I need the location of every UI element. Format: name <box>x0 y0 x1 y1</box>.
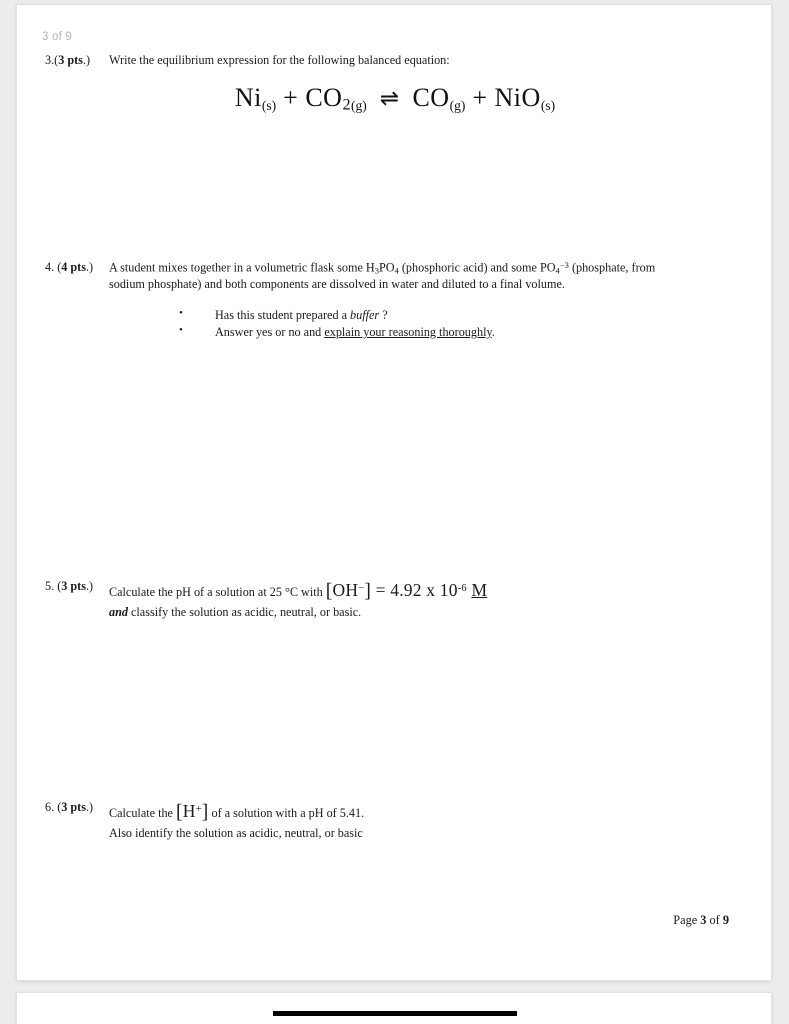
page-indicator: 3 of 9 <box>42 31 72 43</box>
equation-reactant-2-state: (g) <box>351 98 367 114</box>
question-4-line-2: sodium phosphate) and both components ar… <box>109 276 565 291</box>
page-footer: Page 3 of 9 <box>673 913 729 927</box>
equilibrium-arrow-icon: ⇌ <box>379 86 400 111</box>
emphasis-explain-reasoning: explain your reasoning thoroughly <box>324 325 492 339</box>
emphasis-buffer: buffer <box>350 307 380 322</box>
question-4-body: A student mixes together in a volumetric… <box>109 260 689 341</box>
question-6-body: Calculate the [H+] of a solution with a … <box>109 800 689 842</box>
molarity-unit: M <box>471 580 488 600</box>
question-4: 4. (4 pts.) A student mixes together in … <box>17 260 773 341</box>
question-6-number: 6. (3 pts.) <box>45 800 94 814</box>
question-4-number: 4. (4 pts.) <box>45 260 94 274</box>
question-5: 5. (3 pts.) Calculate the pH of a soluti… <box>17 579 773 621</box>
equation-product-2: NiO <box>494 83 541 112</box>
equation-product-2-state: (s) <box>540 98 556 114</box>
question-5-line-2: and classify the solution as acidic, neu… <box>109 604 362 619</box>
question-3-prompt: Write the equilibrium expression for the… <box>109 53 450 67</box>
question-3-number: 3.(3 pts.) <box>45 53 91 67</box>
list-item: Has this student prepared a buffer ? <box>179 306 689 324</box>
equation-reactant-2-subscript: 2 <box>342 96 352 114</box>
equation-plus-1: + <box>283 83 299 112</box>
hydrogen-concentration-expression: [H+] <box>176 801 209 824</box>
question-3-body: Write the equilibrium expression for the… <box>109 53 709 69</box>
equation-product-1-state: (g) <box>449 98 466 114</box>
equation-reactant-1-state: (s) <box>261 98 277 114</box>
chemical-equation: Ni(s) + CO2(g) ⇌ CO(g) + NiO(s) <box>17 83 773 115</box>
equation-reactant-2: CO <box>305 83 343 112</box>
horizontal-rule <box>273 1011 517 1016</box>
question-6-line-1: Calculate the [H+] of a solution with a … <box>109 801 365 824</box>
question-6-line-2: Also identify the solution as acidic, ne… <box>109 825 363 840</box>
question-6: 6. (3 pts.) Calculate the [H+] of a solu… <box>17 800 773 842</box>
equation-plus-2: + <box>472 83 488 112</box>
question-5-number: 5. (3 pts.) <box>45 579 94 593</box>
list-item: Answer yes or no and explain your reason… <box>179 323 689 341</box>
next-document-page <box>16 992 772 1024</box>
document-page: 3 of 9 3.(3 pts.) Write the equilibrium … <box>16 4 772 981</box>
equation-reactant-1: Ni <box>234 83 262 112</box>
pdf-viewer[interactable]: 3 of 9 3.(3 pts.) Write the equilibrium … <box>0 0 789 1024</box>
footer-total-pages: 9 <box>722 913 729 927</box>
equation-product-1: CO <box>412 83 450 112</box>
question-4-line-1: A student mixes together in a volumetric… <box>109 260 656 276</box>
question-3: 3.(3 pts.) Write the equilibrium express… <box>17 53 773 69</box>
hydroxide-concentration-expression: [OH−] = 4.92 x 10-6 M <box>325 580 488 603</box>
question-5-line-1: Calculate the pH of a solution at 25 °C … <box>109 580 488 603</box>
question-4-bullet-list: Has this student prepared a buffer ? Ans… <box>109 306 689 342</box>
emphasis-and: and <box>109 604 128 619</box>
question-5-body: Calculate the pH of a solution at 25 °C … <box>109 579 689 621</box>
